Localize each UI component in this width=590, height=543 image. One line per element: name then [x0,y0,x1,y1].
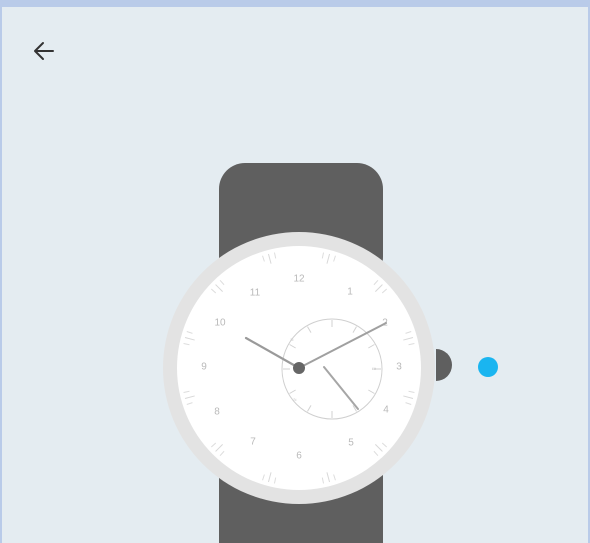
dial-number-8: 8 [214,407,220,418]
top-frame-strip [0,0,590,7]
crown-indicator-dot[interactable] [478,357,498,377]
sub-dial-label-right: ∞ [372,367,376,373]
dial-number-6: 6 [296,451,302,462]
dial-number-10: 10 [214,318,226,329]
hands-center-pin [293,362,305,374]
watch-illustration: 12 1 2 3 4 5 6 7 8 9 10 11 ≈ ≈ ∞ [163,163,498,543]
watch-screen: 12 1 2 3 4 5 6 7 8 9 10 11 ≈ ≈ ∞ [2,7,588,543]
dial-number-3: 3 [396,362,402,373]
dial-number-9: 9 [201,362,207,373]
dial-number-5: 5 [348,438,354,449]
dial-number-11: 11 [250,288,261,299]
watch-crown[interactable] [436,349,452,381]
dial-number-12: 12 [293,274,305,285]
dial-number-1: 1 [347,287,353,298]
dial-number-4: 4 [383,405,389,416]
dial-number-7: 7 [250,437,256,448]
